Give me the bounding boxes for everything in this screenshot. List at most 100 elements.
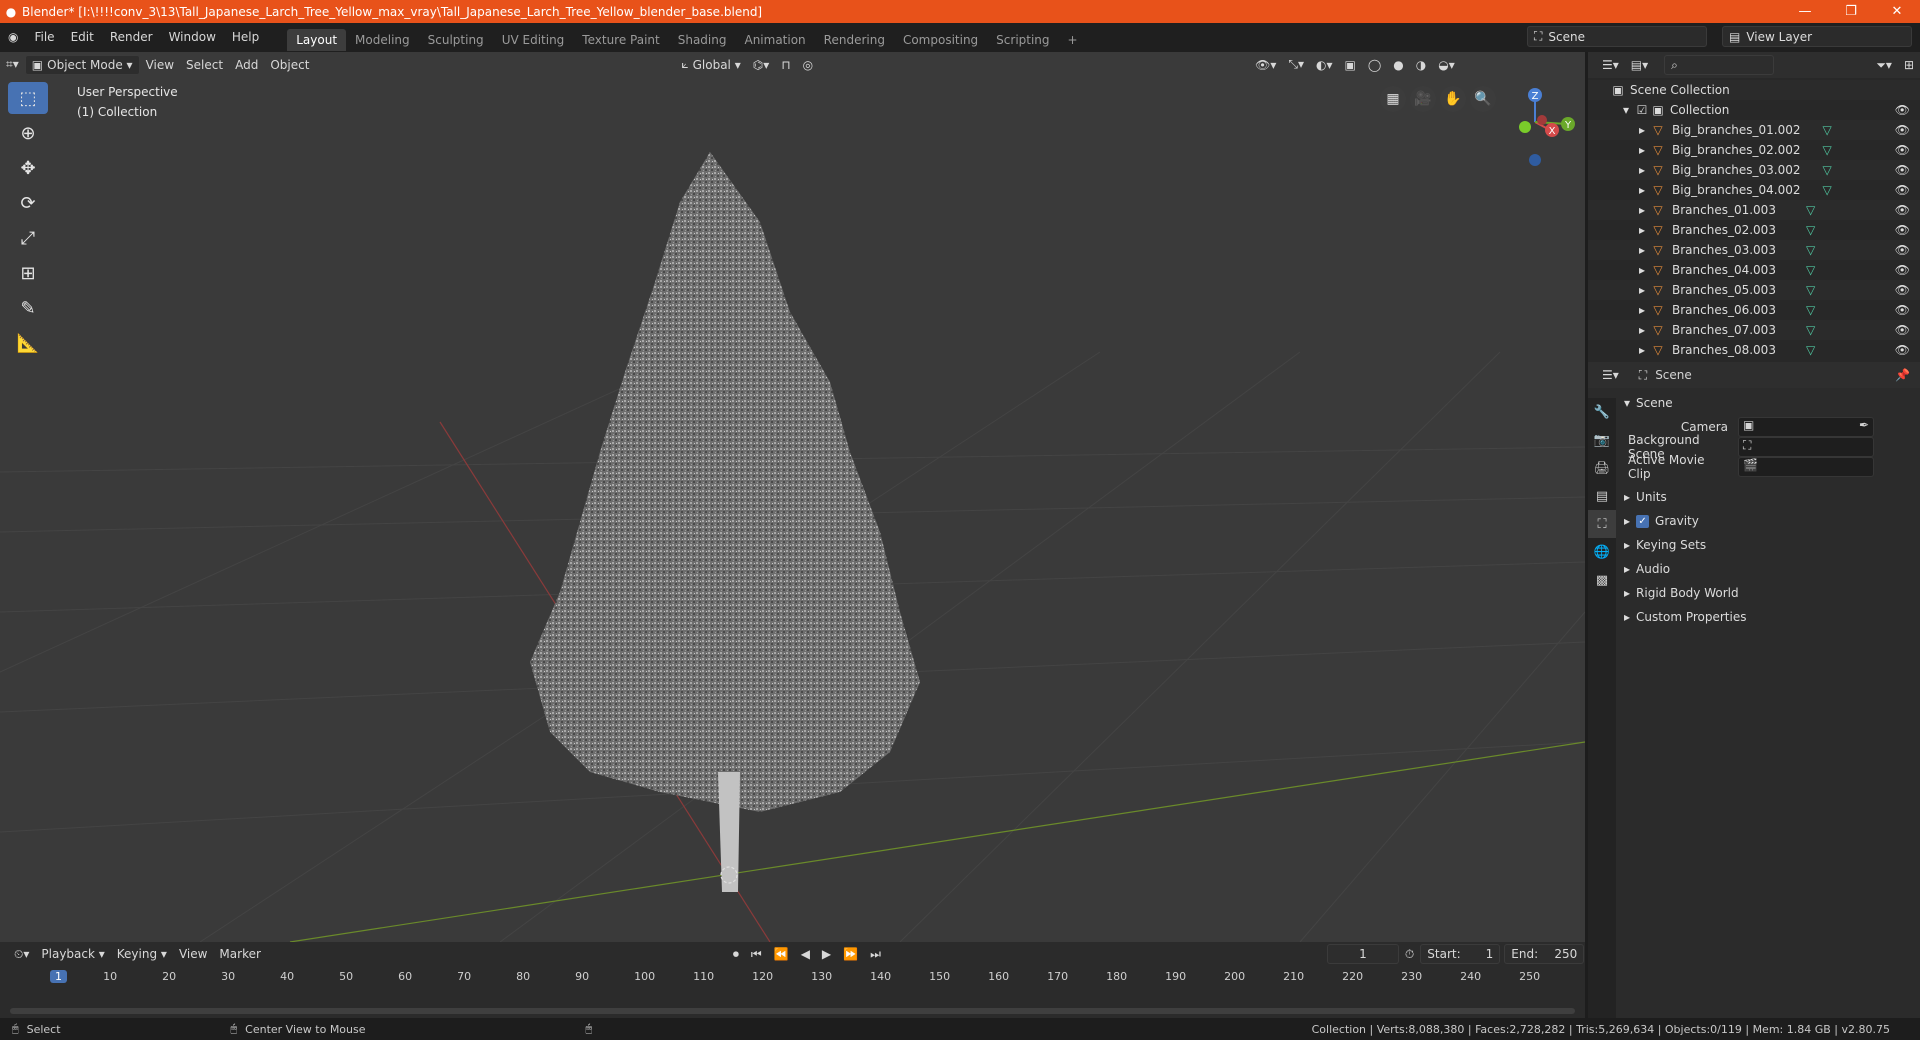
eye-icon[interactable]: 👁 bbox=[1895, 103, 1910, 117]
cursor-tool-icon[interactable]: ⊕ bbox=[8, 117, 48, 149]
shading-material-icon[interactable]: ◑ bbox=[1410, 55, 1432, 75]
add-workspace-icon[interactable]: + bbox=[1059, 29, 1087, 51]
background-scene-field[interactable]: ⛶ bbox=[1738, 437, 1874, 457]
new-collection-icon[interactable]: ⊞ bbox=[1898, 55, 1920, 75]
current-frame-field[interactable]: 1 bbox=[1326, 944, 1399, 964]
expand-chevron-icon[interactable]: ▸ bbox=[1634, 163, 1650, 177]
subpanel-header[interactable]: ▸ Audio bbox=[1624, 558, 1914, 580]
eye-icon[interactable]: 👁 bbox=[1895, 203, 1910, 217]
blender-menu-icon[interactable]: ◉ bbox=[0, 23, 26, 52]
expand-chevron-icon[interactable]: ▸ bbox=[1634, 143, 1650, 157]
pin-icon[interactable]: 📌 bbox=[1895, 368, 1910, 382]
expand-chevron-icon[interactable]: ▸ bbox=[1634, 223, 1650, 237]
eye-icon[interactable]: 👁 bbox=[1895, 243, 1910, 257]
close-icon[interactable]: ✕ bbox=[1874, 4, 1920, 19]
annotate-tool-icon[interactable]: ✎ bbox=[8, 292, 48, 324]
outliner-collection[interactable]: ▾ ☑ ▣ Collection 👁 bbox=[1588, 100, 1920, 120]
eye-icon[interactable]: 👁 bbox=[1895, 323, 1910, 337]
snap-icon[interactable]: ⊓ bbox=[775, 55, 796, 75]
expand-chevron-icon[interactable]: ▸ bbox=[1634, 283, 1650, 297]
filter-icon[interactable]: ⏷▾ bbox=[1870, 55, 1898, 75]
outliner-scene-collection[interactable]: ▣ Scene Collection bbox=[1588, 80, 1920, 100]
eye-icon[interactable]: 👁 bbox=[1895, 303, 1910, 317]
tab-rendering[interactable]: Rendering bbox=[815, 29, 894, 51]
expand-chevron-icon[interactable]: ▸ bbox=[1634, 123, 1650, 137]
mode-dropdown[interactable]: ▣ Object Mode ▾ bbox=[24, 54, 140, 75]
tab-modeling[interactable]: Modeling bbox=[346, 29, 419, 51]
outliner-item[interactable]: ▸ ▽ Branches_04.003 ▽ 👁 bbox=[1588, 260, 1920, 280]
grid-view-icon[interactable]: ▦ bbox=[1380, 86, 1406, 112]
expand-chevron-icon[interactable]: ▸ bbox=[1634, 183, 1650, 197]
subpanel-header[interactable]: ▸ Rigid Body World bbox=[1624, 582, 1914, 604]
menu-file[interactable]: File bbox=[26, 23, 62, 52]
record-icon[interactable]: ⏺ bbox=[727, 944, 745, 964]
gizmo-toggle-icon[interactable]: ⤡▾ bbox=[1282, 55, 1310, 75]
menu-timeline-view[interactable]: View bbox=[173, 944, 213, 964]
scene-selector[interactable]: ⛶ Scene bbox=[1527, 26, 1707, 47]
menu-playback[interactable]: Playback ▾ bbox=[35, 944, 110, 964]
expand-chevron-icon[interactable]: ▸ bbox=[1634, 203, 1650, 217]
tab-texture-paint[interactable]: Texture Paint bbox=[573, 29, 668, 51]
shading-wireframe-icon[interactable]: ◯ bbox=[1362, 55, 1387, 75]
outliner-item[interactable]: ▸ ▽ Big_branches_03.002 ▽ 👁 bbox=[1588, 160, 1920, 180]
clock-icon[interactable]: ⏱ bbox=[1399, 944, 1420, 964]
menu-window[interactable]: Window bbox=[161, 23, 224, 52]
menu-edit[interactable]: Edit bbox=[63, 23, 102, 52]
tab-animation[interactable]: Animation bbox=[735, 29, 814, 51]
end-frame-field[interactable]: End: 250 bbox=[1504, 944, 1585, 964]
proportional-edit-icon[interactable]: ◎ bbox=[797, 55, 819, 75]
measure-tool-icon[interactable]: 📐 bbox=[8, 327, 48, 359]
minimize-icon[interactable]: — bbox=[1782, 4, 1828, 19]
expand-chevron-icon[interactable]: ▸ bbox=[1634, 243, 1650, 257]
outliner-item[interactable]: ▸ ▽ Branches_03.003 ▽ 👁 bbox=[1588, 240, 1920, 260]
menu-render[interactable]: Render bbox=[102, 23, 161, 52]
scene-tab-icon[interactable]: ⛶ bbox=[1588, 510, 1616, 538]
outliner-item[interactable]: ▸ ▽ Branches_01.003 ▽ 👁 bbox=[1588, 200, 1920, 220]
outliner-item[interactable]: ▸ ▽ Big_branches_02.002 ▽ 👁 bbox=[1588, 140, 1920, 160]
timeline-scrollbar[interactable] bbox=[10, 1008, 1575, 1014]
navigation-gizmo[interactable]: Z X Y bbox=[1495, 82, 1575, 182]
3d-viewport[interactable]: ⌗▾ ▣ Object Mode ▾ View Select Add Object… bbox=[0, 52, 1585, 942]
rotate-tool-icon[interactable]: ⟳ bbox=[8, 187, 48, 219]
overlay-toggle-icon[interactable]: ◐▾ bbox=[1310, 55, 1339, 75]
eye-icon[interactable]: 👁 bbox=[1895, 263, 1910, 277]
eye-icon[interactable]: 👁 bbox=[1895, 283, 1910, 297]
eyedropper-icon[interactable]: ✒ bbox=[1859, 418, 1869, 432]
outliner-item[interactable]: ▸ ▽ Branches_02.003 ▽ 👁 bbox=[1588, 220, 1920, 240]
outliner-editor-type-icon[interactable]: ☰▾ bbox=[1596, 55, 1625, 75]
scene-panel-header[interactable]: ▾ Scene bbox=[1624, 392, 1914, 414]
zoom-icon[interactable]: 🔍 bbox=[1470, 86, 1496, 112]
eye-icon[interactable]: 👁 bbox=[1895, 183, 1910, 197]
outliner-item[interactable]: ▸ ▽ Branches_06.003 ▽ 👁 bbox=[1588, 300, 1920, 320]
pivot-icon[interactable]: ⌬▾ bbox=[747, 55, 776, 75]
menu-help[interactable]: Help bbox=[224, 23, 267, 52]
transform-tool-icon[interactable]: ⊞ bbox=[8, 257, 48, 289]
subpanel-header[interactable]: ▸ Custom Properties bbox=[1624, 606, 1914, 628]
xray-icon[interactable]: ▣ bbox=[1338, 55, 1361, 75]
active-movie-clip-field[interactable]: 🎬 bbox=[1738, 457, 1874, 477]
eye-icon[interactable]: 👁 bbox=[1895, 123, 1910, 137]
camera-field[interactable]: ▣ ✒ bbox=[1738, 417, 1874, 437]
expand-chevron-icon[interactable]: ▸ bbox=[1634, 263, 1650, 277]
outliner-item[interactable]: ▸ ▽ Branches_05.003 ▽ 👁 bbox=[1588, 280, 1920, 300]
menu-add[interactable]: Add bbox=[229, 55, 264, 75]
shading-solid-icon[interactable]: ● bbox=[1387, 55, 1409, 75]
eye-icon[interactable]: 👁 bbox=[1895, 343, 1910, 357]
eye-icon[interactable]: 👁 bbox=[1895, 223, 1910, 237]
transform-orientation-dropdown[interactable]: ⟀ Global ▾ bbox=[675, 55, 746, 75]
next-keyframe-icon[interactable]: ⏩ bbox=[837, 944, 864, 964]
eye-icon[interactable]: 👁 bbox=[1895, 163, 1910, 177]
timeline-editor-type-icon[interactable]: ⏲▾ bbox=[8, 944, 35, 964]
expand-chevron-icon[interactable]: ▸ bbox=[1634, 303, 1650, 317]
outliner-item[interactable]: ▸ ▽ Big_branches_01.002 ▽ 👁 bbox=[1588, 120, 1920, 140]
render-tab-icon[interactable]: 📷 bbox=[1588, 426, 1616, 454]
expand-chevron-icon[interactable]: ▸ bbox=[1634, 323, 1650, 337]
outliner-item[interactable]: ▸ ▽ Big_branches_04.002 ▽ 👁 bbox=[1588, 180, 1920, 200]
pan-hand-icon[interactable]: ✋ bbox=[1440, 86, 1466, 112]
display-mode-icon[interactable]: ▤▾ bbox=[1625, 55, 1654, 75]
shading-rendered-icon[interactable]: ◒▾ bbox=[1432, 55, 1461, 75]
maximize-icon[interactable]: ❐ bbox=[1828, 4, 1874, 19]
menu-keying[interactable]: Keying ▾ bbox=[111, 944, 173, 964]
outliner-item[interactable]: ▸ ▽ Branches_08.003 ▽ 👁 bbox=[1588, 340, 1920, 360]
subpanel-header[interactable]: ▸ Keying Sets bbox=[1624, 534, 1914, 556]
